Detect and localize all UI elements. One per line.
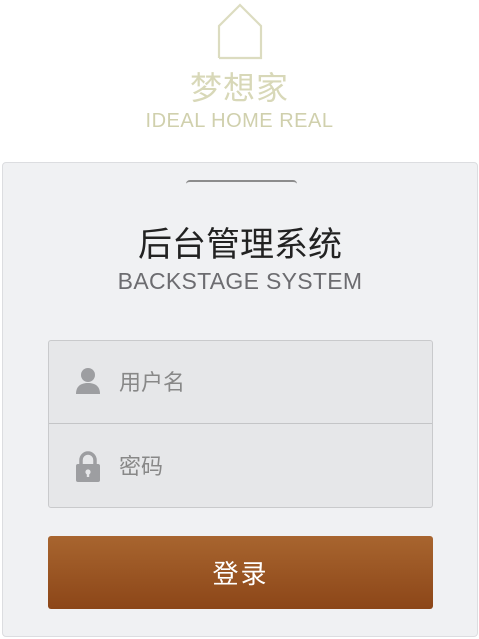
house-outline-icon — [217, 3, 263, 60]
username-row[interactable] — [49, 341, 432, 424]
login-card: 后台管理系统 BACKSTAGE SYSTEM 用户名 登录 — [2, 162, 478, 637]
brand-name-cn: 梦想家 — [189, 69, 289, 107]
username-input[interactable] — [119, 361, 414, 405]
password-input[interactable] — [119, 445, 414, 489]
user-icon — [75, 367, 101, 399]
credentials-form — [48, 340, 433, 508]
page-title: 后台管理系统 — [138, 225, 342, 265]
brand-name-en: IDEAL HOME REAL — [145, 110, 334, 132]
card-handle — [186, 180, 297, 186]
login-button[interactable]: 登录 — [48, 536, 433, 609]
password-row[interactable] — [49, 425, 432, 508]
page-subtitle: BACKSTAGE SYSTEM — [117, 268, 363, 294]
lock-icon — [75, 451, 101, 487]
brand-logo: 梦想家 IDEAL HOME REAL — [0, 0, 479, 140]
